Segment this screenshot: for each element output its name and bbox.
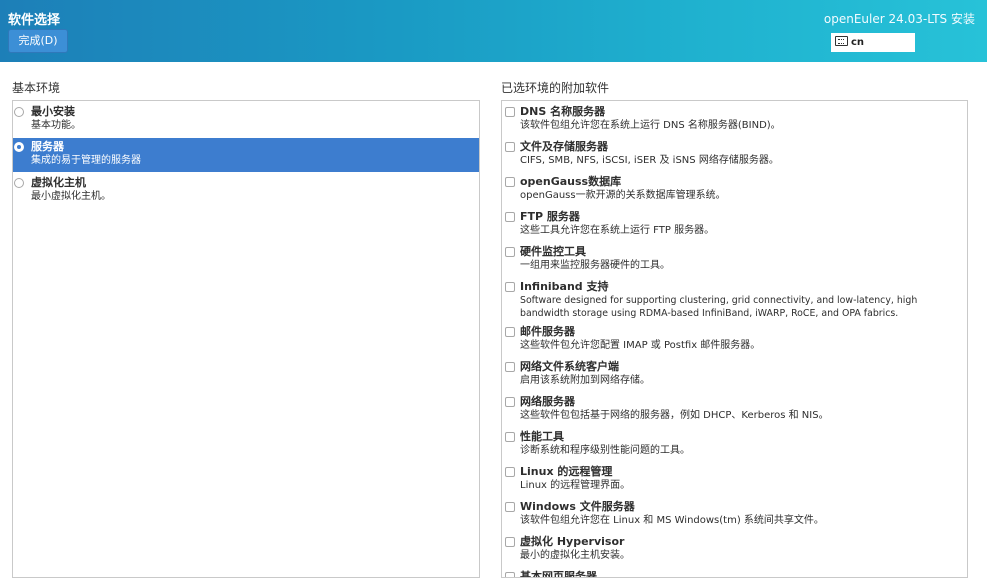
env-item-title: 服务器 xyxy=(31,140,64,153)
addon-title: Infiniband 支持 xyxy=(520,280,609,293)
addon-desc: 这些工具允许您在系统上运行 FTP 服务器。 xyxy=(520,225,715,236)
keyboard-layout-label: cn xyxy=(851,37,865,48)
env-item-title: 虚拟化主机 xyxy=(31,176,86,189)
addon-title: 邮件服务器 xyxy=(520,325,575,338)
done-button[interactable]: 完成(D) xyxy=(8,29,68,53)
addon-desc: 该软件包组允许您在系统上运行 DNS 名称服务器(BIND)。 xyxy=(520,120,781,131)
radio-button[interactable] xyxy=(14,178,24,188)
addon-item-infiniband[interactable]: Infiniband 支持 Software designed for supp… xyxy=(502,279,967,320)
checkbox[interactable] xyxy=(505,397,515,407)
addon-title: 虚拟化 Hypervisor xyxy=(520,535,625,548)
addon-title: FTP 服务器 xyxy=(520,210,580,223)
addons-list: DNS 名称服务器 该软件包组允许您在系统上运行 DNS 名称服务器(BIND)… xyxy=(501,100,968,578)
checkbox[interactable] xyxy=(505,247,515,257)
addon-item-linux-remote-management[interactable]: Linux 的远程管理 Linux 的远程管理界面。 xyxy=(502,464,967,492)
addon-item-performance-tools[interactable]: 性能工具 诊断系统和程序级别性能问题的工具。 xyxy=(502,429,967,457)
checkbox[interactable] xyxy=(505,282,515,292)
checkbox[interactable] xyxy=(505,362,515,372)
radio-button[interactable] xyxy=(14,142,24,152)
checkbox[interactable] xyxy=(505,502,515,512)
addon-item-dns-server[interactable]: DNS 名称服务器 该软件包组允许您在系统上运行 DNS 名称服务器(BIND)… xyxy=(502,104,967,132)
addon-title: 网络服务器 xyxy=(520,395,575,408)
product-name: openEuler 24.03-LTS 安装 xyxy=(823,12,975,26)
addon-item-basic-web-server[interactable]: 基本网页服务器 xyxy=(502,569,967,578)
addon-title: DNS 名称服务器 xyxy=(520,105,606,118)
checkbox[interactable] xyxy=(505,212,515,222)
addon-title: 基本网页服务器 xyxy=(520,570,597,578)
base-environment-list: 最小安装 基本功能。 服务器 集成的易于管理的服务器 虚拟化主机 最小虚拟化主机… xyxy=(12,100,480,578)
checkbox[interactable] xyxy=(505,467,515,477)
addon-item-ftp-server[interactable]: FTP 服务器 这些工具允许您在系统上运行 FTP 服务器。 xyxy=(502,209,967,237)
env-item-server[interactable]: 服务器 集成的易于管理的服务器 xyxy=(13,138,479,172)
env-item-minimal[interactable]: 最小安装 基本功能。 xyxy=(13,104,479,138)
addon-title: Windows 文件服务器 xyxy=(520,500,635,513)
addon-item-nfs-client[interactable]: 网络文件系统客户端 启用该系统附加到网络存储。 xyxy=(502,359,967,387)
addon-desc: 该软件包组允许您在 Linux 和 MS Windows(tm) 系统间共享文件… xyxy=(520,515,824,526)
addon-title: Linux 的远程管理 xyxy=(520,465,613,478)
addon-desc: 这些软件包包括基于网络的服务器，例如 DHCP、Kerberos 和 NIS。 xyxy=(520,410,829,421)
page-title: 软件选择 xyxy=(8,13,61,28)
env-item-desc: 基本功能。 xyxy=(31,120,81,131)
addon-desc: openGauss一款开源的关系数据库管理系统。 xyxy=(520,190,726,201)
checkbox[interactable] xyxy=(505,572,515,577)
addon-title: 性能工具 xyxy=(520,430,564,443)
addon-desc: CIFS, SMB, NFS, iSCSI, iSER 及 iSNS 网络存储服… xyxy=(520,155,779,166)
addon-desc: 一组用来监控服务器硬件的工具。 xyxy=(520,260,670,271)
addon-desc: 最小的虚拟化主机安装。 xyxy=(520,550,630,561)
addons-heading: 已选环境的附加软件 xyxy=(501,81,610,95)
header-bar: 软件选择 完成(D) openEuler 24.03-LTS 安装 cn xyxy=(0,0,987,62)
checkbox[interactable] xyxy=(505,142,515,152)
env-item-virtualization-host[interactable]: 虚拟化主机 最小虚拟化主机。 xyxy=(13,175,479,209)
addon-desc: 诊断系统和程序级别性能问题的工具。 xyxy=(520,445,690,456)
addon-title: 硬件监控工具 xyxy=(520,245,586,258)
addon-desc: Software designed for supporting cluster… xyxy=(520,295,918,319)
radio-button[interactable] xyxy=(14,107,24,117)
addon-title: 文件及存储服务器 xyxy=(520,140,608,153)
env-item-desc: 最小虚拟化主机。 xyxy=(31,191,111,202)
addon-item-network-servers[interactable]: 网络服务器 这些软件包包括基于网络的服务器，例如 DHCP、Kerberos 和… xyxy=(502,394,967,422)
checkbox[interactable] xyxy=(505,177,515,187)
checkbox[interactable] xyxy=(505,537,515,547)
checkbox[interactable] xyxy=(505,327,515,337)
addon-item-hardware-monitoring[interactable]: 硬件监控工具 一组用来监控服务器硬件的工具。 xyxy=(502,244,967,272)
addon-desc: 启用该系统附加到网络存储。 xyxy=(520,375,650,386)
base-environment-heading: 基本环境 xyxy=(12,81,61,95)
keyboard-layout-indicator[interactable]: cn xyxy=(831,33,915,52)
addon-item-virtualization-hypervisor[interactable]: 虚拟化 Hypervisor 最小的虚拟化主机安装。 xyxy=(502,534,967,562)
addon-item-mail-server[interactable]: 邮件服务器 这些软件包允许您配置 IMAP 或 Postfix 邮件服务器。 xyxy=(502,324,967,352)
addon-item-opengauss[interactable]: openGauss数据库 openGauss一款开源的关系数据库管理系统。 xyxy=(502,174,967,202)
addon-title: 网络文件系统客户端 xyxy=(520,360,619,373)
addon-item-windows-file-server[interactable]: Windows 文件服务器 该软件包组允许您在 Linux 和 MS Windo… xyxy=(502,499,967,527)
checkbox[interactable] xyxy=(505,432,515,442)
env-item-title: 最小安装 xyxy=(31,105,75,118)
addon-desc: Linux 的远程管理界面。 xyxy=(520,480,631,491)
addon-title: openGauss数据库 xyxy=(520,175,622,188)
checkbox[interactable] xyxy=(505,107,515,117)
addon-item-file-storage-server[interactable]: 文件及存储服务器 CIFS, SMB, NFS, iSCSI, iSER 及 i… xyxy=(502,139,967,167)
addon-desc: 这些软件包允许您配置 IMAP 或 Postfix 邮件服务器。 xyxy=(520,340,761,351)
keyboard-icon xyxy=(835,36,848,46)
env-item-desc: 集成的易于管理的服务器 xyxy=(31,155,141,166)
